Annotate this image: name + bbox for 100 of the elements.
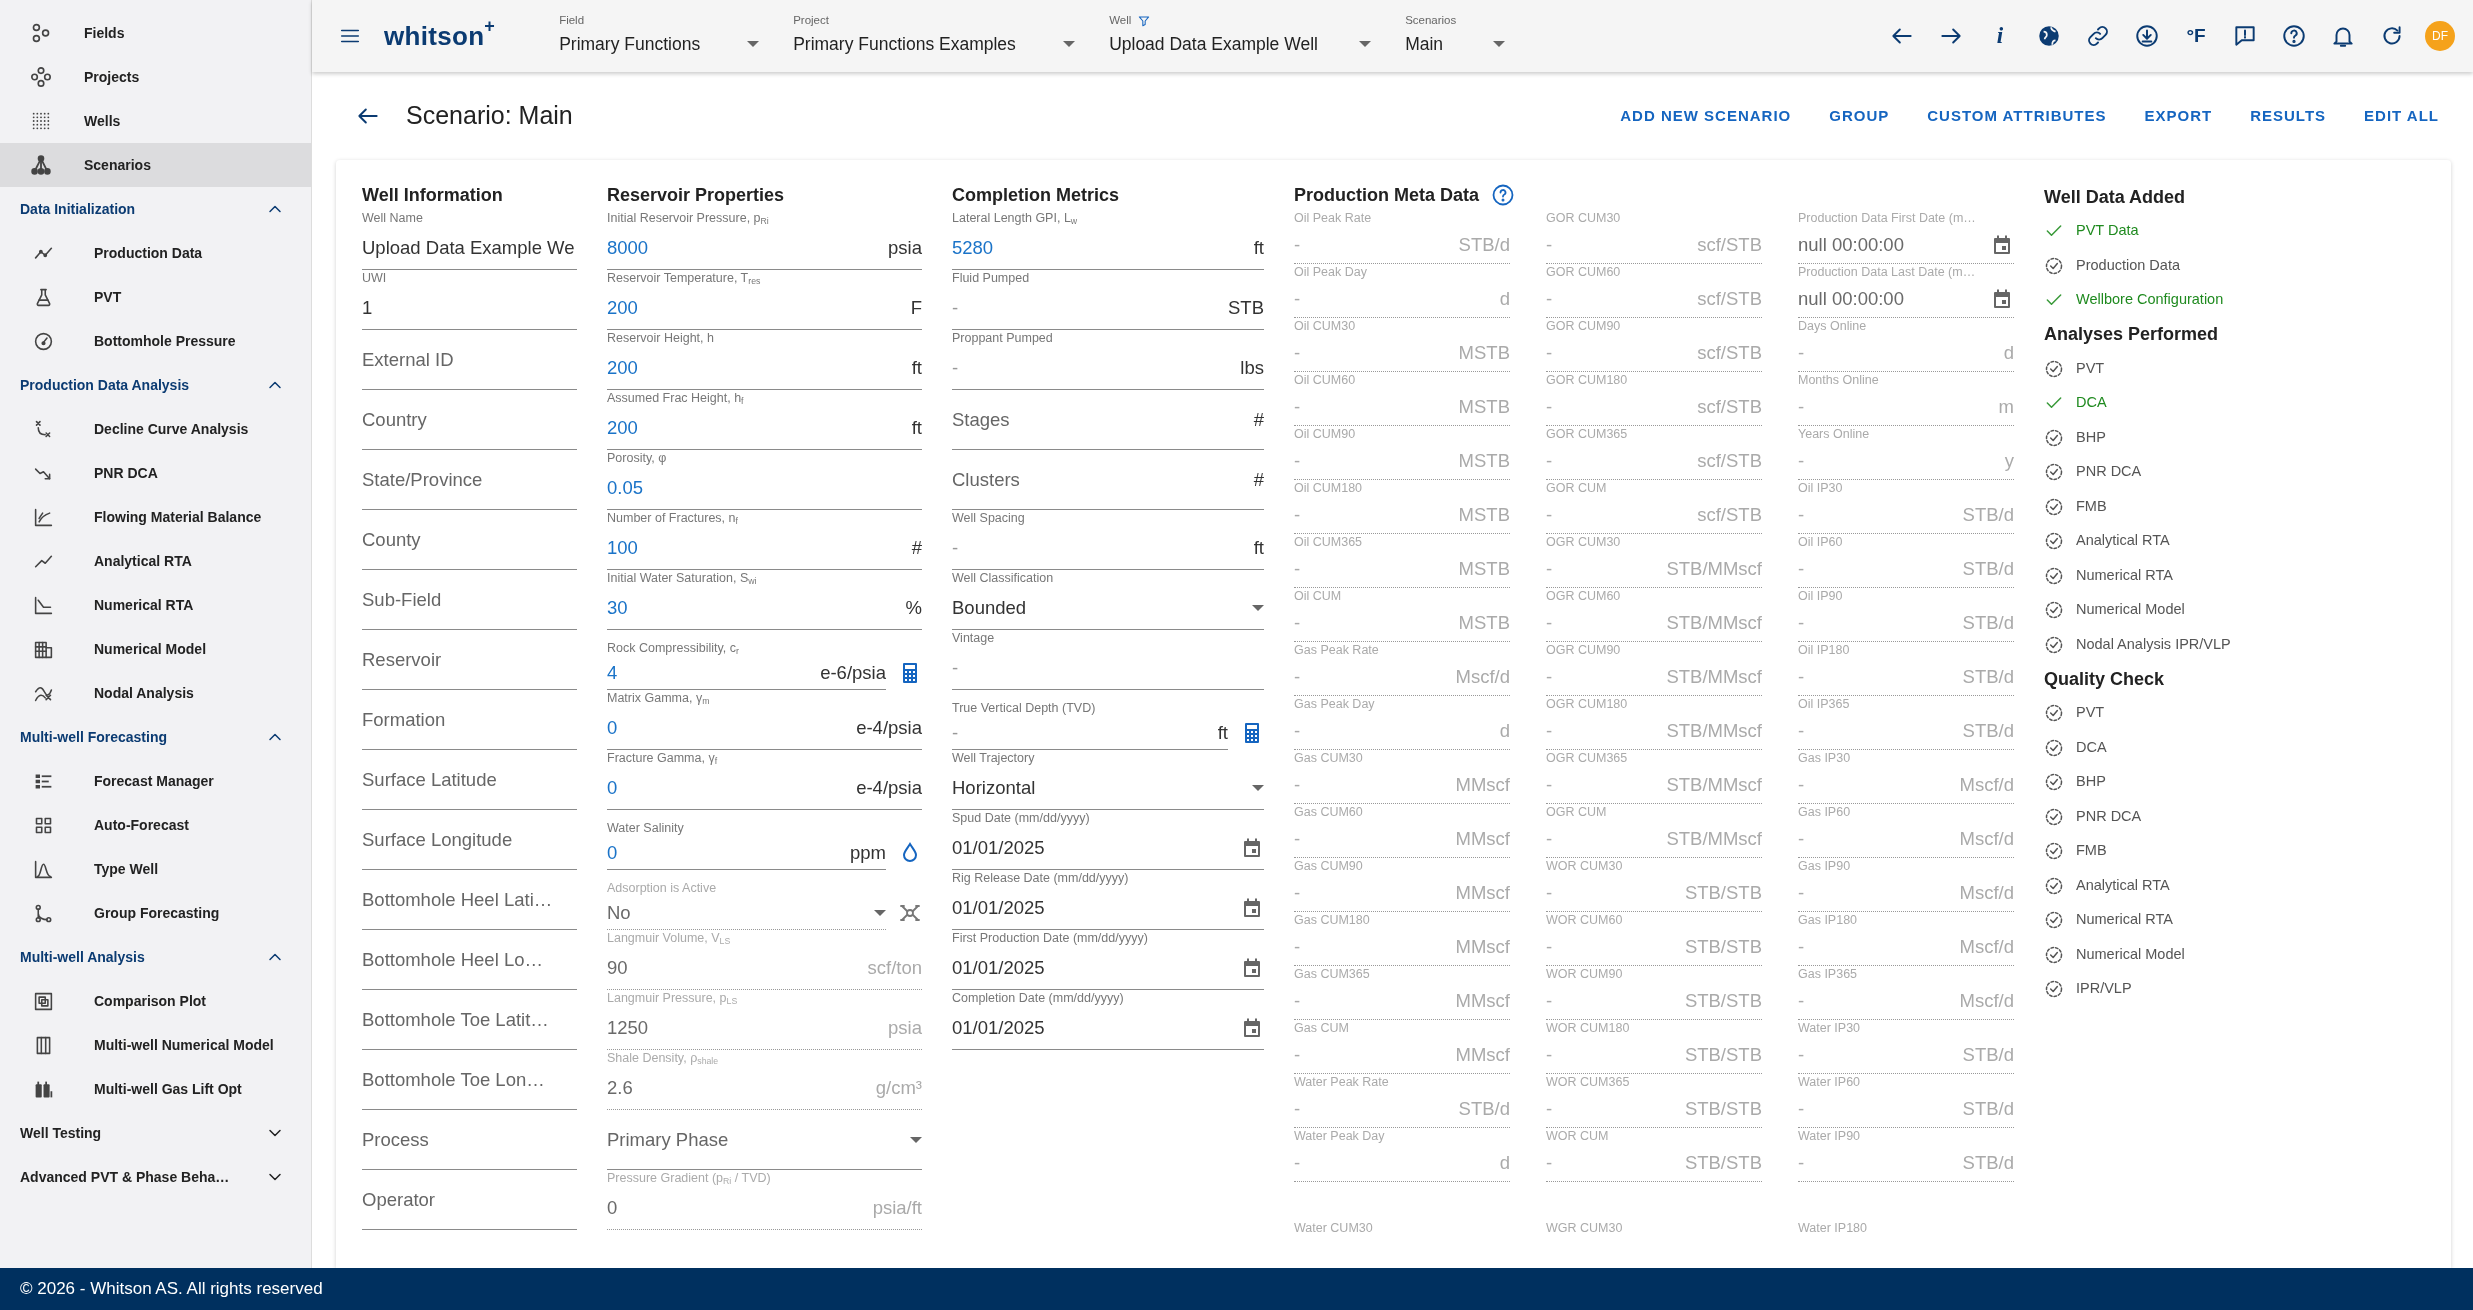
unit-label: d <box>1499 718 1510 743</box>
input-field[interactable]: Clusters # <box>952 450 1264 510</box>
info-button[interactable]: i <box>1984 20 2016 52</box>
nav-item[interactable]: Group Forecasting <box>0 891 311 935</box>
caret-icon <box>1252 604 1264 611</box>
status-label: PVT <box>2076 358 2105 378</box>
nav-item[interactable]: Nodal Analysis <box>0 671 311 715</box>
nav-item[interactable]: Production Data <box>0 231 311 275</box>
dropdown[interactable]: Horizontal <box>952 766 1264 810</box>
input-field[interactable]: 200 ft <box>607 406 922 450</box>
input-field[interactable]: 8000 psia <box>607 226 922 270</box>
input-field[interactable]: Bottomhole Heel Lo… <box>362 930 577 990</box>
input-field[interactable]: - lbs <box>952 346 1264 390</box>
input-field[interactable]: Formation <box>362 690 577 750</box>
unit-label: STB/d <box>1458 1096 1510 1121</box>
date-field[interactable]: 01/01/2025 <box>952 946 1264 990</box>
input-field[interactable]: Stages # <box>952 390 1264 450</box>
input-field[interactable]: Upload Data Example We <box>362 226 577 270</box>
nav-section-header[interactable]: Advanced PVT & Phase Beha… <box>0 1155 311 1199</box>
dropdown[interactable]: Primary Phase <box>607 1110 922 1170</box>
input-field: - STB/STB <box>1546 1036 1762 1074</box>
nav-item[interactable]: Flowing Material Balance <box>0 495 311 539</box>
field-label: Reservoir Temperature, T$_{res}$ <box>607 270 762 286</box>
nav-item[interactable]: Numerical RTA <box>0 583 311 627</box>
input-field[interactable]: State/Province <box>362 450 577 510</box>
input-field: - STB/STB <box>1546 1144 1762 1182</box>
nav-item[interactable]: Comparison Plot <box>0 979 311 1023</box>
nav-item[interactable]: Projects <box>0 55 311 99</box>
axes-chart-icon <box>33 506 54 528</box>
unit-label: scf/STB <box>1697 232 1762 257</box>
input-field[interactable]: 200 ft <box>607 346 922 390</box>
dropdown[interactable]: Primary Functions <box>559 29 760 59</box>
nav-item[interactable]: Bottomhole Pressure <box>0 319 311 363</box>
date-field[interactable]: 01/01/2025 <box>952 1006 1264 1050</box>
nav-item[interactable]: Decline Curve Analysis <box>0 407 311 451</box>
nav-section-header[interactable]: Data Initialization <box>0 187 311 231</box>
status-label: DCA <box>2076 737 2107 757</box>
input-field[interactable]: Bottomhole Toe Lon… <box>362 1050 577 1110</box>
nav-item[interactable]: Type Well <box>0 847 311 891</box>
units-button[interactable]: °F <box>2180 20 2212 52</box>
nav-item[interactable]: Forecast Manager <box>0 759 311 803</box>
field-label: Gas CUM365 <box>1294 966 1371 982</box>
nav-item[interactable]: Multi-well Gas Lift Opt <box>0 1067 311 1111</box>
input-field[interactable]: Reservoir <box>362 630 577 690</box>
nav-item[interactable]: Numerical Model <box>0 627 311 671</box>
nav-section-header[interactable]: Production Data Analysis <box>0 363 311 407</box>
nav-item[interactable]: Auto-Forecast <box>0 803 311 847</box>
input-field[interactable]: - STB <box>952 286 1264 330</box>
nav-item[interactable]: Analytical RTA <box>0 539 311 583</box>
text-button[interactable]: EDIT ALL <box>2364 104 2439 128</box>
input-field[interactable]: Bottomhole Heel Lati… <box>362 870 577 930</box>
nav-item[interactable]: Scenarios <box>0 143 311 187</box>
input-field[interactable]: 1 <box>362 286 577 330</box>
input-field[interactable]: 0 ppm <box>607 836 886 870</box>
text-button[interactable]: RESULTS <box>2250 104 2327 128</box>
date-field[interactable]: 01/01/2025 <box>952 886 1264 930</box>
input-field[interactable]: - ft <box>952 526 1264 570</box>
input-field: - d <box>1294 1144 1510 1182</box>
input-field[interactable]: 0 e-4/psia <box>607 766 922 810</box>
input-field[interactable]: - ft <box>952 716 1228 750</box>
nav-item[interactable]: PVT <box>0 275 311 319</box>
input-field[interactable]: 0.05 <box>607 466 922 510</box>
nav-section-header[interactable]: Multi-well Analysis <box>0 935 311 979</box>
input-field[interactable]: 5280 ft <box>952 226 1264 270</box>
text-button[interactable]: EXPORT <box>2144 104 2213 128</box>
field-label: Gas IP365 <box>1798 966 1859 982</box>
field-label: Water Salinity <box>607 820 685 836</box>
input-field: - MSTB <box>1294 550 1510 588</box>
field-label: Matrix Gamma, γ$_{m}$ <box>607 690 711 706</box>
input-field[interactable]: 100 # <box>607 526 922 570</box>
input-field[interactable]: 200 F <box>607 286 922 330</box>
nav-item[interactable]: PNR DCA <box>0 451 311 495</box>
dropdown[interactable]: Primary Functions Examples <box>793 29 1076 59</box>
text-button[interactable]: GROUP <box>1829 104 1890 128</box>
input-field[interactable]: 30 % <box>607 586 922 630</box>
dropdown[interactable]: Upload Data Example Well <box>1109 29 1372 59</box>
input-field[interactable]: External ID <box>362 330 577 390</box>
nav-item[interactable]: Wells <box>0 99 311 143</box>
input-field[interactable]: Surface Latitude <box>362 750 577 810</box>
input-field[interactable]: County <box>362 510 577 570</box>
text-button[interactable]: CUSTOM ATTRIBUTES <box>1927 104 2107 128</box>
input-field[interactable]: 4 e-6/psia <box>607 656 886 690</box>
input-field[interactable]: Sub-Field <box>362 570 577 630</box>
date-field[interactable]: 01/01/2025 <box>952 826 1264 870</box>
dropdown[interactable]: Bounded <box>952 586 1264 630</box>
dropdown[interactable]: Main <box>1405 29 1506 59</box>
text-button[interactable]: ADD NEW SCENARIO <box>1620 104 1792 128</box>
nav-section-header[interactable]: Well Testing <box>0 1111 311 1155</box>
input-field[interactable]: Operator <box>362 1170 577 1230</box>
input-field[interactable]: Process <box>362 1110 577 1170</box>
input-field[interactable]: Country <box>362 390 577 450</box>
input-field: - d <box>1798 334 2014 372</box>
input-field[interactable]: 0 e-4/psia <box>607 706 922 750</box>
nav-item[interactable]: Multi-well Numerical Model <box>0 1023 311 1067</box>
input-field: - STB/MMscf <box>1546 604 1762 642</box>
nav-item[interactable]: Fields <box>0 11 311 55</box>
input-field: 1250 psia <box>607 1006 922 1050</box>
input-field[interactable]: Bottomhole Toe Latit… <box>362 990 577 1050</box>
input-field[interactable]: Surface Longitude <box>362 810 577 870</box>
nav-section-header[interactable]: Multi-well Forecasting <box>0 715 311 759</box>
